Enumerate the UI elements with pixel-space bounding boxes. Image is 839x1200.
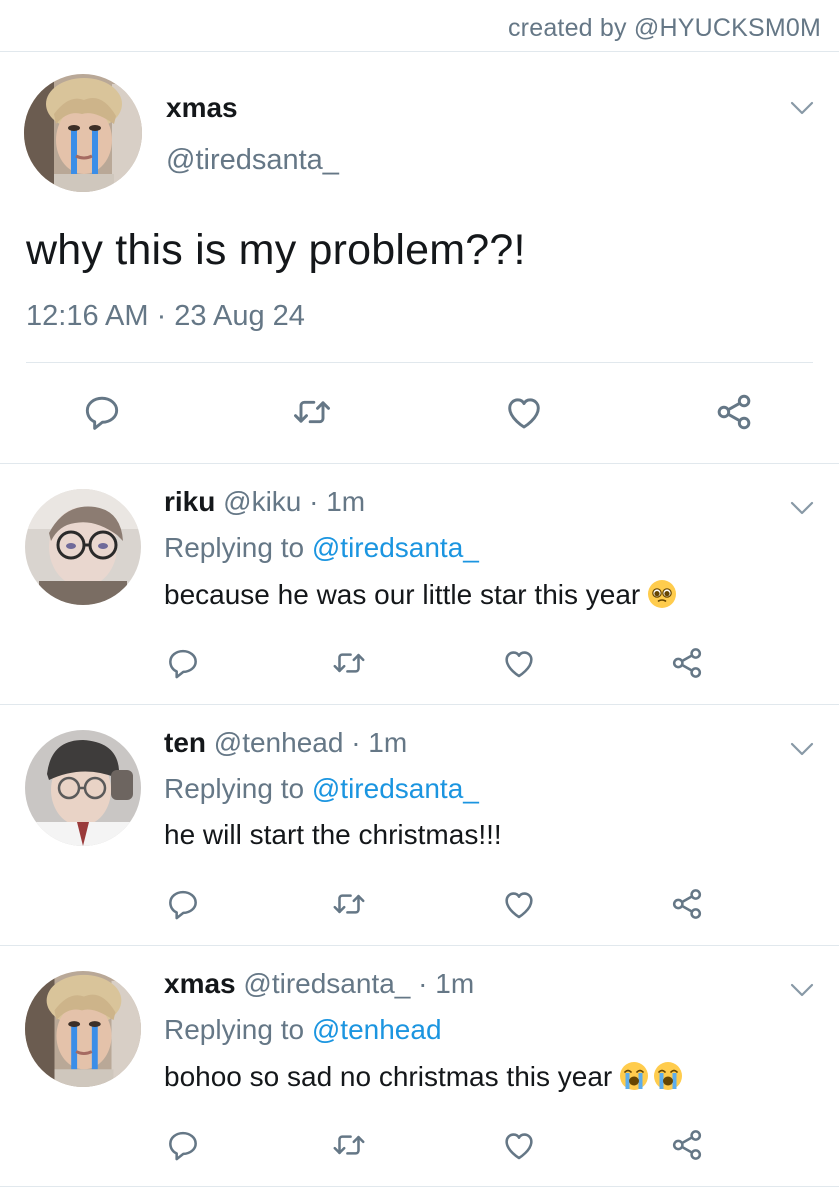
display-name[interactable]: xmas bbox=[166, 92, 238, 124]
tweet-actions bbox=[0, 644, 839, 688]
reply-tweet: riku @kiku · 1m Replying to @tiredsanta_… bbox=[0, 464, 839, 705]
mention-link[interactable]: @tenhead bbox=[312, 1014, 442, 1045]
share-icon[interactable] bbox=[668, 644, 706, 682]
mention-link[interactable]: @tiredsanta_ bbox=[312, 532, 479, 563]
reply-icon[interactable] bbox=[80, 390, 124, 434]
tweet-text: because he was our little star this year bbox=[164, 578, 678, 611]
tweet-text: why this is my problem??! bbox=[26, 226, 526, 274]
reply-icon[interactable] bbox=[164, 1126, 202, 1164]
avatar[interactable] bbox=[25, 730, 141, 846]
reply-header: xmas @tiredsanta_ · 1m bbox=[164, 968, 474, 1000]
handle-and-time[interactable]: @tenhead · 1m bbox=[206, 727, 407, 758]
like-icon[interactable] bbox=[502, 390, 546, 434]
pleading-face-icon bbox=[646, 578, 678, 610]
handle-and-time[interactable]: @kiku · 1m bbox=[215, 486, 365, 517]
avatar[interactable] bbox=[24, 74, 142, 192]
replying-to: Replying to @tenhead bbox=[164, 1014, 442, 1046]
tweet-actions bbox=[0, 1126, 839, 1170]
reply-icon[interactable] bbox=[164, 644, 202, 682]
tweet-text: bohoo so sad no christmas this year bbox=[164, 1060, 684, 1093]
avatar[interactable] bbox=[25, 489, 141, 605]
like-icon[interactable] bbox=[500, 885, 538, 923]
handle-and-time[interactable]: @tiredsanta_ · 1m bbox=[236, 968, 474, 999]
replying-to: Replying to @tiredsanta_ bbox=[164, 532, 479, 564]
divider bbox=[26, 362, 813, 363]
reply-header: ten @tenhead · 1m bbox=[164, 727, 407, 759]
credit-bar: created by @HYUCKSM0M bbox=[0, 0, 839, 52]
retweet-icon[interactable] bbox=[330, 1126, 368, 1164]
loudly-crying-face-icon bbox=[618, 1060, 650, 1092]
chevron-down-icon[interactable] bbox=[789, 100, 815, 116]
replying-to-label: Replying to bbox=[164, 773, 312, 804]
user-handle[interactable]: @tiredsanta_ bbox=[166, 144, 339, 177]
display-name[interactable]: ten bbox=[164, 727, 206, 758]
loudly-crying-face-icon bbox=[652, 1060, 684, 1092]
tweet-text-content: because he was our little star this year bbox=[164, 579, 641, 610]
reply-icon[interactable] bbox=[164, 885, 202, 923]
retweet-icon[interactable] bbox=[330, 644, 368, 682]
creator-credit: created by @HYUCKSM0M bbox=[507, 14, 821, 42]
like-icon[interactable] bbox=[500, 644, 538, 682]
chevron-down-icon[interactable] bbox=[789, 741, 815, 757]
share-icon[interactable] bbox=[668, 1126, 706, 1164]
replying-to-label: Replying to bbox=[164, 532, 312, 563]
tweet-text-content: he will start the christmas!!! bbox=[164, 819, 502, 850]
main-tweet: xmas @tiredsanta_ why this is my problem… bbox=[0, 52, 839, 464]
tweet-actions bbox=[0, 885, 839, 929]
reply-tweet: ten @tenhead · 1m Replying to @tiredsant… bbox=[0, 705, 839, 946]
tweet-timestamp[interactable]: 12:16 AM · 23 Aug 24 bbox=[26, 300, 305, 333]
like-icon[interactable] bbox=[500, 1126, 538, 1164]
share-icon[interactable] bbox=[712, 390, 756, 434]
replying-to: Replying to @tiredsanta_ bbox=[164, 773, 479, 805]
tweet-text: he will start the christmas!!! bbox=[164, 819, 502, 851]
reply-tweet: xmas @tiredsanta_ · 1m Replying to @tenh… bbox=[0, 946, 839, 1187]
chevron-down-icon[interactable] bbox=[789, 982, 815, 998]
avatar[interactable] bbox=[25, 971, 141, 1087]
tweet-actions bbox=[0, 390, 839, 434]
retweet-icon[interactable] bbox=[330, 885, 368, 923]
chevron-down-icon[interactable] bbox=[789, 500, 815, 516]
tweet-text-content: bohoo so sad no christmas this year bbox=[164, 1061, 613, 1092]
display-name[interactable]: riku bbox=[164, 486, 215, 517]
mention-link[interactable]: @tiredsanta_ bbox=[312, 773, 479, 804]
display-name[interactable]: xmas bbox=[164, 968, 236, 999]
share-icon[interactable] bbox=[668, 885, 706, 923]
retweet-icon[interactable] bbox=[290, 390, 334, 434]
reply-header: riku @kiku · 1m bbox=[164, 486, 365, 518]
replying-to-label: Replying to bbox=[164, 1014, 312, 1045]
